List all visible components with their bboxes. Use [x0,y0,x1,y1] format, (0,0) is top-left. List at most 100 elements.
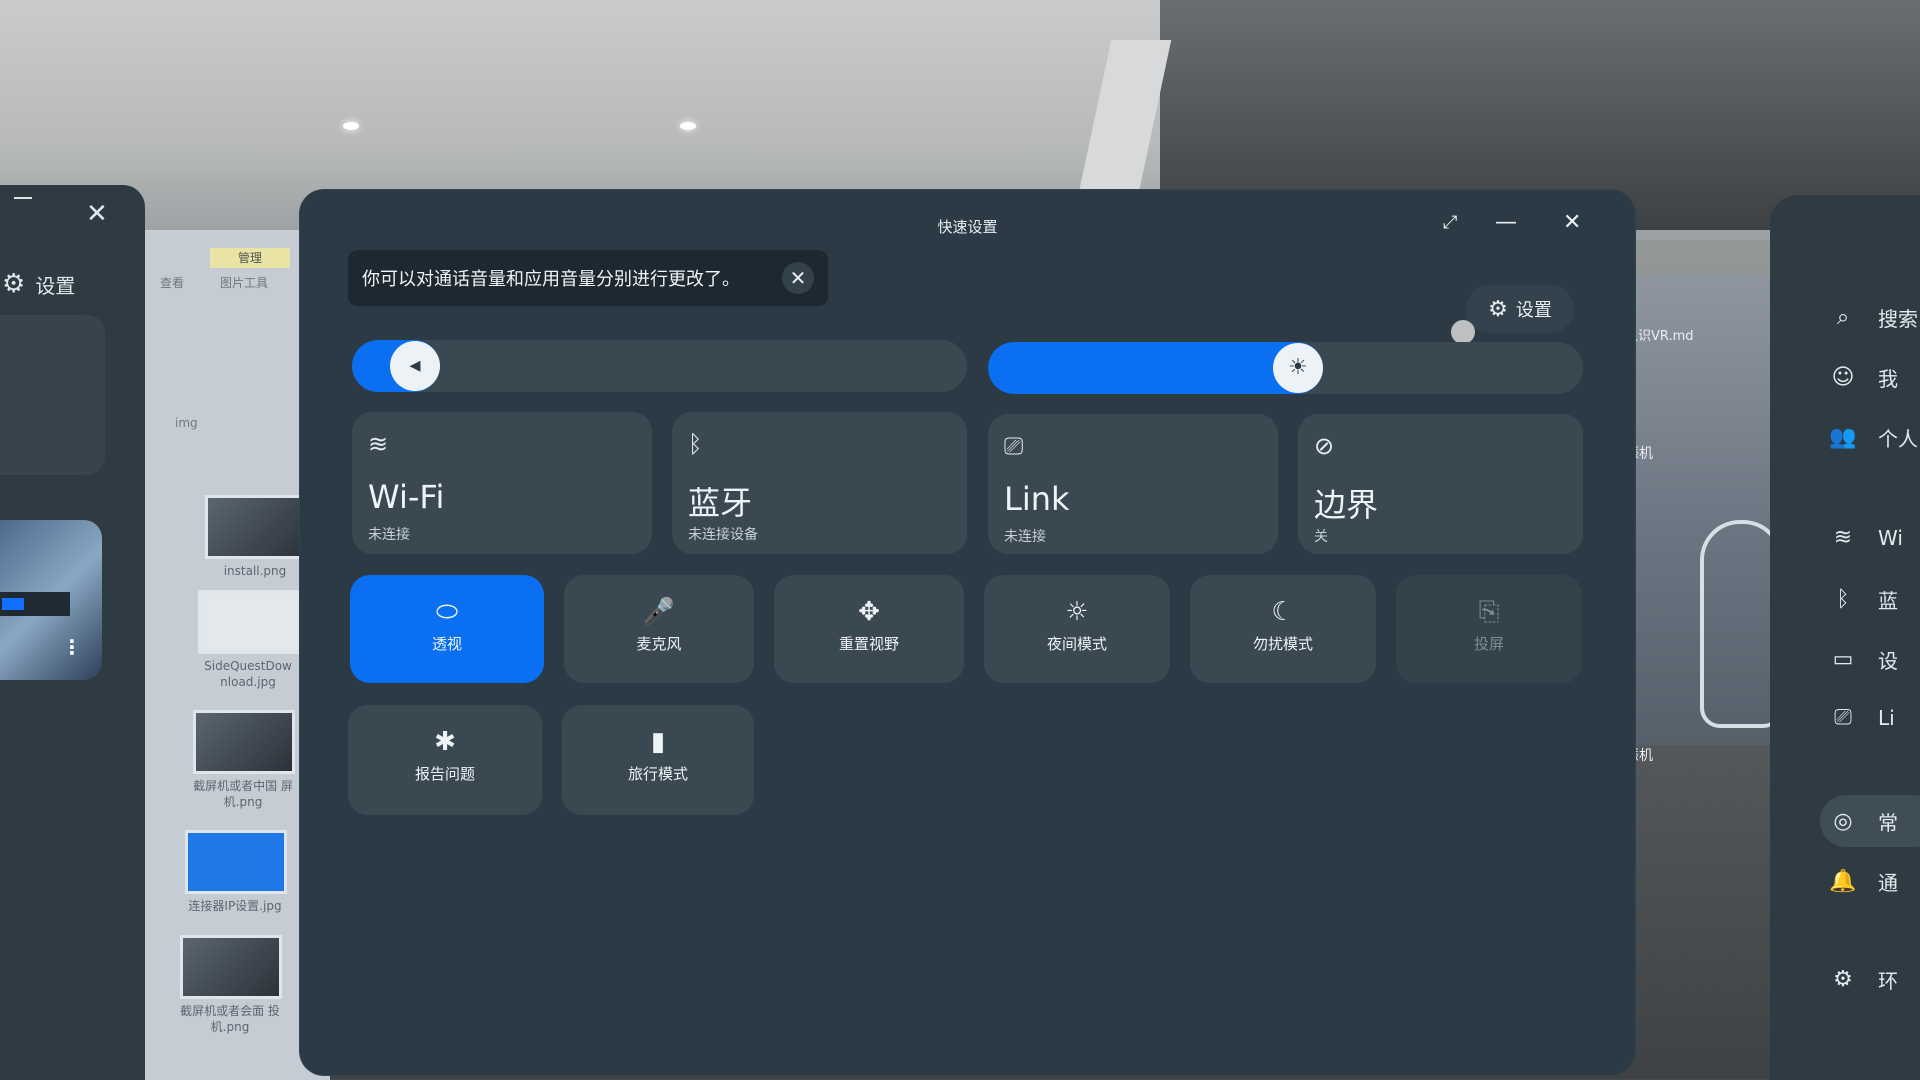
file-item[interactable]: 截屏机或者会面 投机.png [180,935,282,1035]
file-thumbnail [205,495,307,559]
sun-icon: ☼ [1065,597,1089,627]
settings-button-label: 设置 [1515,300,1552,321]
bluetooth-tile[interactable]: ᛒ 蓝牙 未连接设备 [672,412,967,554]
settings-button[interactable]: ⚙ 设置 [1466,285,1574,333]
boundary-tile[interactable]: ⊘ 边界 关 [1298,414,1583,554]
fullscreen-icon[interactable]: ⤢ [1443,214,1457,232]
people-icon: 👥 [1829,425,1857,450]
tile-status: 关 [1314,529,1328,545]
explorer-menu-view[interactable]: 查看 [160,274,184,291]
sidebar-item-device[interactable]: ▭ 设 [1828,645,1898,674]
cast-icon: ⎘ [1478,597,1500,627]
recenter-button[interactable]: ✥ 重置视野 [774,575,964,683]
button-label: 报告问题 [414,765,475,783]
volume-slider[interactable]: ◂ [352,340,967,392]
link-icon: ⎚ [1834,705,1852,730]
passthrough-button[interactable]: ⬭ 透视 [350,575,544,683]
travel-mode-button[interactable]: ▮ 旅行模式 [562,705,754,815]
wifi-icon: ≋ [368,430,389,458]
sidebar-item-bluetooth[interactable]: ᛒ蓝 [1828,585,1898,614]
explorer-tab[interactable]: 管理 [210,248,290,268]
luggage-icon: ▮ [650,727,666,757]
sidebar-item-link[interactable]: ⎚ Li [1828,705,1895,730]
file-item[interactable]: 截屏机或者中国 屏机.png [193,710,295,810]
button-label: 夜间模式 [1046,635,1107,653]
panel-title: 快速设置 [937,218,998,236]
sidebar-item-label: 设 [1878,649,1898,673]
night-mode-button[interactable]: ☼ 夜间模式 [984,575,1170,683]
gear-icon: ⚙ [2,269,26,299]
button-label: 麦克风 [636,635,682,653]
file-thumbnail [185,830,287,894]
bluetooth-icon: ᛒ [1836,587,1850,612]
button-label: 勿扰模式 [1252,635,1313,653]
bug-icon: ✱ [434,727,456,757]
volume-tooltip: 你可以对通话音量和应用音量分别进行更改了。 ✕ [348,250,828,306]
sidebar-item-wifi[interactable]: ≋ Wi [1828,525,1903,550]
sidebar-item-label: 搜索 [1878,307,1918,331]
file-name: 连接器IP设置.jpg [188,899,282,913]
do-not-disturb-button[interactable]: ☾ 勿扰模式 [1190,575,1376,683]
sidebar-item-label: 环 [1878,969,1898,993]
device-icon: ▭ [1832,647,1854,672]
sidebar-item-personal[interactable]: 👥 个人 [1828,423,1918,452]
sidebar-item-environment[interactable]: ⚙ 环 [1828,965,1898,994]
file-name: SideQuestDow nload.jpg [204,659,292,689]
thumbnail-accent [2,598,24,610]
explorer-breadcrumb[interactable]: img [175,416,198,430]
sidebar-item-notifications[interactable]: 🔔 通 [1828,867,1898,896]
link-tile[interactable]: ⎚ Link 未连接 [988,414,1278,554]
bluetooth-icon: ᛒ [688,430,703,458]
left-card[interactable] [0,315,105,475]
microphone-button[interactable]: 🎤 麦克风 [564,575,754,683]
left-settings-window: ✕ ⚙ 设置 ⋮ [0,185,145,1080]
ceiling-light [680,122,696,130]
right-settings-window: ⌕ 搜索 ☺ 我 👥 个人 ≋ Wi ᛒ蓝 ▭ 设 ⎚ Li ◎ 常 🔔 通 ⚙ 环 [1770,195,1920,1080]
volume-icon[interactable]: ◂ [390,341,440,391]
file-thumbnail [180,935,282,999]
link-icon: ⎚ [1004,432,1024,460]
minimize-button[interactable]: — [1495,212,1517,234]
tile-title: 蓝牙 [688,484,753,522]
brightness-slider[interactable]: ☀ [988,342,1583,394]
brightness-icon[interactable]: ☀ [1273,343,1323,393]
sidebar-item-me[interactable]: ☺ 我 [1828,363,1898,392]
profile-icon: ☺ [1831,365,1855,390]
tile-title: 边界 [1314,486,1379,524]
explorer-menu-picture-tools[interactable]: 图片工具 [220,274,268,291]
file-item[interactable]: SideQuestDow nload.jpg [198,590,300,690]
cast-button[interactable]: ⎘ 投屏 [1396,575,1582,683]
close-button[interactable]: ✕ [1563,212,1581,234]
button-label: 透视 [431,635,462,653]
tile-title: Link [1004,480,1070,518]
search-icon: ⌕ [1836,305,1850,330]
bell-icon: 🔔 [1829,869,1857,894]
file-name: 截屏机或者中国 屏机.png [193,779,293,809]
passthrough-icon: ⬭ [435,597,459,627]
more-options-icon[interactable]: ⋮ [62,635,82,659]
minimize-button[interactable] [14,197,32,199]
sidebar-item-general[interactable]: ◎ 常 [1828,807,1898,836]
sidebar-item-label: 我 [1878,367,1898,391]
wifi-tile[interactable]: ≋ Wi-Fi 未连接 [352,412,652,554]
tile-status: 未连接 [368,527,410,543]
sidebar-item-label: 蓝 [1878,589,1898,613]
window-handle[interactable] [1451,320,1475,344]
file-item[interactable]: 连接器IP设置.jpg [185,830,287,914]
tile-status: 未连接 [1004,529,1046,545]
doc-tab: 认识VR.md [1625,329,1694,344]
environment-icon: ⚙ [1833,967,1853,992]
gear-icon: ⚙ [1488,296,1508,322]
sidebar-item-label: 常 [1878,811,1898,835]
file-name: 截屏机或者会面 投机.png [180,1004,280,1034]
boundary-icon: ⊘ [1314,432,1335,460]
recenter-icon: ✥ [858,597,880,627]
settings-header[interactable]: ⚙ 设置 [2,269,75,299]
sidebar-item-search[interactable]: ⌕ 搜索 [1828,303,1918,332]
tooltip-close-icon[interactable]: ✕ [782,262,814,294]
file-item[interactable]: install.png [205,495,307,579]
ceiling-light [343,122,359,130]
close-button[interactable]: ✕ [86,201,108,227]
app-thumbnail[interactable]: ⋮ [0,520,102,680]
report-problem-button[interactable]: ✱ 报告问题 [348,705,542,815]
